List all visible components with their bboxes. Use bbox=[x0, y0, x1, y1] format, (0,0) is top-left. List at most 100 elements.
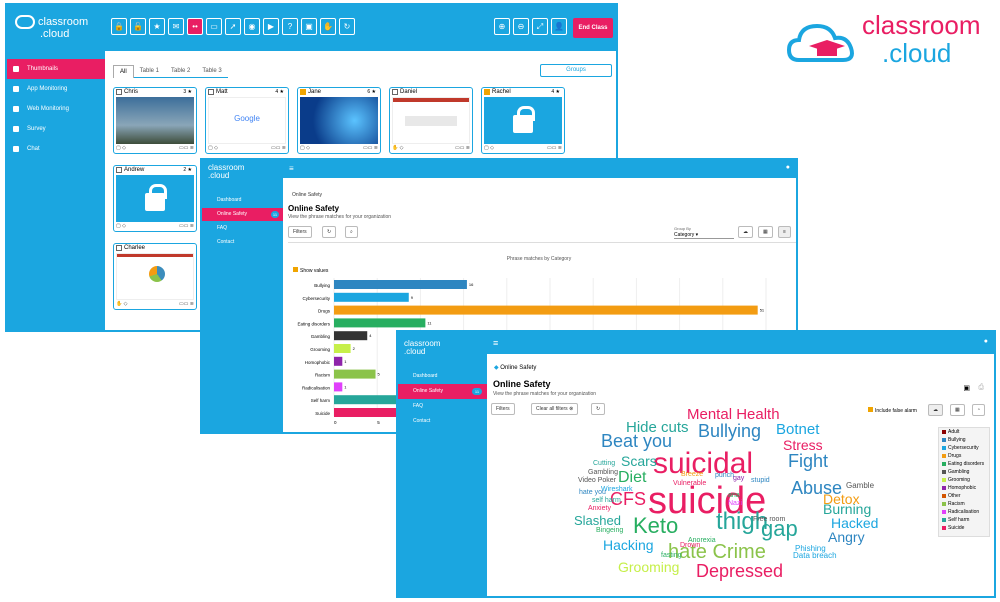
play-button[interactable]: ▶ bbox=[263, 18, 279, 35]
word-cloud-term[interactable]: Fight bbox=[788, 452, 828, 470]
legend-item[interactable]: Gambling bbox=[939, 468, 989, 476]
filters-button[interactable]: Filters bbox=[288, 226, 312, 238]
end-class-button[interactable]: End Class bbox=[573, 18, 613, 38]
message-button[interactable]: ✉ bbox=[168, 18, 184, 35]
word-cloud-term[interactable]: fasting bbox=[661, 552, 682, 559]
sidebar-item-web-monitoring[interactable]: Web Monitoring bbox=[7, 99, 105, 119]
nav-faq[interactable]: FAQ bbox=[202, 222, 283, 235]
legend-item[interactable]: Suicide bbox=[939, 524, 989, 532]
word-cloud-term[interactable]: Free room bbox=[753, 516, 785, 523]
table-view-button[interactable]: ▦ bbox=[950, 404, 965, 416]
word-cloud-term[interactable]: Stress bbox=[783, 438, 823, 452]
word-cloud-term[interactable]: Bullying bbox=[698, 422, 761, 440]
student-thumbnail[interactable]: Andrew 2 ★ ▢ ◇ ▭▭ ≋ bbox=[113, 165, 197, 232]
star-button[interactable]: ★ bbox=[149, 18, 165, 35]
word-cloud-term[interactable]: Hacking bbox=[603, 538, 654, 552]
word-cloud-term[interactable]: Vulnerable bbox=[673, 480, 706, 487]
eye-button[interactable]: ◉ bbox=[244, 18, 260, 35]
word-cloud-term[interactable]: gay bbox=[733, 475, 744, 482]
word-cloud-term[interactable]: Mental Health bbox=[687, 407, 780, 422]
group-by-select[interactable]: Category ▾ bbox=[674, 232, 734, 239]
nav-dashboard[interactable]: Dashboard bbox=[202, 194, 283, 207]
word-cloud-term[interactable]: Grooming bbox=[618, 560, 679, 574]
word-cloud-term[interactable]: Drown bbox=[680, 542, 700, 549]
legend-item[interactable]: Other bbox=[939, 492, 989, 500]
word-cloud-term[interactable]: Breeze bbox=[681, 471, 703, 478]
menu-icon[interactable]: ≡ bbox=[493, 338, 498, 348]
word-cloud-term[interactable]: Data breach bbox=[793, 552, 837, 560]
show-values-toggle[interactable]: Show values bbox=[293, 267, 328, 274]
legend-item[interactable]: Radicalisation bbox=[939, 508, 989, 516]
bar[interactable] bbox=[334, 369, 376, 379]
word-cloud-term[interactable]: stupid bbox=[751, 477, 770, 484]
menu-icon[interactable]: ≡ bbox=[289, 164, 294, 173]
bar[interactable] bbox=[334, 331, 368, 341]
save-icon[interactable]: ▣ bbox=[963, 384, 970, 392]
legend-item[interactable]: Grooming bbox=[939, 476, 989, 484]
user-icon[interactable]: ● bbox=[984, 338, 988, 345]
select-checkbox[interactable] bbox=[208, 89, 214, 95]
student-thumbnail[interactable]: Jane 6 ★ ▢ ◇ ▭▭ ≋ bbox=[297, 87, 381, 154]
word-cloud-term[interactable]: Slashed bbox=[574, 514, 621, 527]
record-button[interactable]: •• bbox=[187, 18, 203, 35]
word-cloud-term[interactable]: Diet bbox=[618, 470, 646, 486]
zoom-in-button[interactable]: ⊕ bbox=[494, 18, 510, 35]
sidebar-item-chat[interactable]: Chat bbox=[7, 139, 105, 159]
word-cloud-term[interactable]: ana bbox=[728, 492, 740, 499]
refresh-button[interactable]: ↻ bbox=[322, 226, 337, 238]
select-checkbox[interactable] bbox=[484, 89, 490, 95]
legend-item[interactable]: Self harm bbox=[939, 516, 989, 524]
word-cloud-term[interactable]: Scars bbox=[621, 454, 657, 468]
sidebar-item-thumbnails[interactable]: Thumbnails bbox=[7, 59, 105, 79]
word-cloud-term[interactable]: Video Poker bbox=[578, 477, 616, 484]
help-button[interactable]: ? bbox=[282, 18, 298, 35]
select-checkbox[interactable] bbox=[300, 89, 306, 95]
filters-button[interactable]: Filters bbox=[491, 403, 515, 415]
word-cloud-term[interactable]: Keto bbox=[633, 515, 678, 537]
word-cloud-term[interactable]: Gamble bbox=[846, 482, 874, 490]
word-cloud-term[interactable]: Hide cuts bbox=[626, 420, 689, 435]
word-cloud-term[interactable]: Cutting bbox=[593, 460, 615, 467]
table-view-button[interactable]: ▦ bbox=[758, 226, 773, 238]
rocket-button[interactable]: ➚ bbox=[225, 18, 241, 35]
screen-button[interactable]: ▭ bbox=[206, 18, 222, 35]
nav-contact[interactable]: Contact bbox=[398, 414, 487, 429]
word-cloud-term[interactable]: Anxiety bbox=[588, 505, 611, 512]
bar[interactable] bbox=[334, 382, 343, 392]
user-icon[interactable]: ● bbox=[786, 164, 790, 171]
word-cloud-term[interactable]: hate you bbox=[579, 489, 606, 496]
student-thumbnail[interactable]: Daniel ✋ ◇ ▭▭ ≋ bbox=[389, 87, 473, 154]
legend-item[interactable]: Homophobic bbox=[939, 484, 989, 492]
word-cloud-term[interactable]: Nazi bbox=[728, 500, 742, 507]
word-cloud-term[interactable]: Botnet bbox=[776, 422, 819, 437]
tab-table-1[interactable]: Table 1 bbox=[133, 65, 166, 78]
word-cloud-term[interactable]: Burning bbox=[823, 502, 871, 516]
word-cloud-term[interactable]: Bingeing bbox=[596, 527, 623, 534]
nav-faq[interactable]: FAQ bbox=[398, 399, 487, 414]
bar[interactable] bbox=[334, 344, 351, 353]
nav-contact[interactable]: Contact bbox=[202, 236, 283, 249]
word-cloud-term[interactable]: Hacked bbox=[831, 516, 878, 530]
sidebar-item-app-monitoring[interactable]: App Monitoring bbox=[7, 79, 105, 99]
bar[interactable] bbox=[334, 292, 409, 302]
print-icon[interactable]: ⎙ bbox=[978, 384, 984, 392]
zoom-out-button[interactable]: ⊖ bbox=[513, 18, 529, 35]
select-checkbox[interactable] bbox=[116, 245, 122, 251]
tab-table-3[interactable]: Table 3 bbox=[196, 65, 228, 78]
word-cloud-term[interactable]: Phishing bbox=[795, 545, 826, 553]
refresh-button[interactable]: ↻ bbox=[339, 18, 355, 35]
bar[interactable] bbox=[334, 305, 758, 315]
legend-item[interactable]: Bullying bbox=[939, 436, 989, 444]
bar-view-button[interactable]: ≡ bbox=[778, 226, 791, 238]
lock-button[interactable]: 🔒 bbox=[111, 18, 127, 35]
word-cloud-term[interactable]: Angry bbox=[828, 530, 865, 544]
select-checkbox[interactable] bbox=[116, 167, 122, 173]
legend-item[interactable]: Racism bbox=[939, 500, 989, 508]
legend-item[interactable]: Drugs bbox=[939, 452, 989, 460]
refresh-button[interactable]: ↻ bbox=[591, 403, 606, 415]
bar[interactable] bbox=[334, 280, 467, 289]
bar[interactable] bbox=[334, 318, 426, 328]
fullscreen-button[interactable]: ⤢ bbox=[532, 18, 548, 35]
student-thumbnail[interactable]: Rachel 4 ★ ▢ ◇ ▭▭ ≋ bbox=[481, 87, 565, 154]
nav-dashboard[interactable]: Dashboard bbox=[398, 369, 487, 384]
